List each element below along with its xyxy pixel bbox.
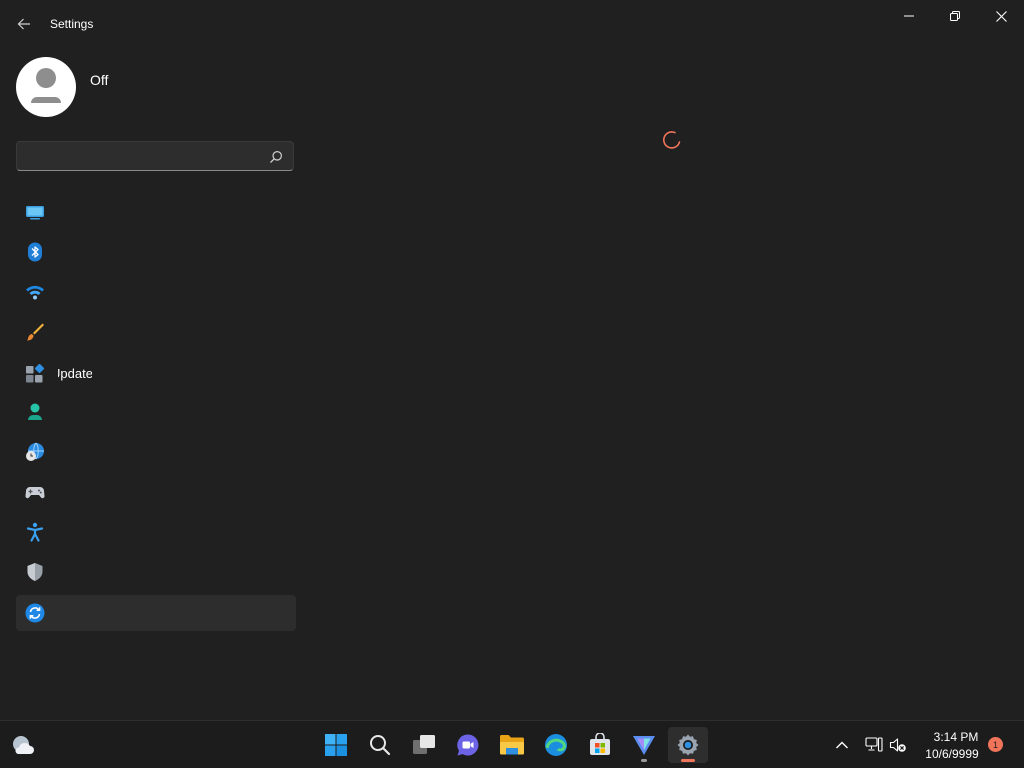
weather-icon (13, 736, 34, 754)
display-icon (26, 206, 44, 220)
quick-settings-button[interactable] (858, 727, 914, 763)
search-icon[interactable] (269, 150, 283, 164)
taskbar-store[interactable] (580, 727, 620, 763)
taskbar-settings[interactable] (668, 727, 708, 763)
nav-item-system[interactable] (16, 194, 296, 230)
nav-item-bluetooth[interactable] (16, 234, 296, 270)
back-button[interactable] (8, 10, 40, 38)
search-input[interactable] (25, 146, 269, 168)
nav-item-gaming[interactable] (16, 474, 296, 510)
file-explorer-icon (500, 735, 524, 755)
close-icon (995, 10, 1007, 22)
store-icon (590, 733, 610, 755)
volume-muted-icon (889, 738, 906, 752)
avatar[interactable] (16, 57, 76, 117)
search-icon (370, 735, 391, 756)
taskbar-search[interactable] (360, 727, 400, 763)
chat-icon (457, 734, 479, 756)
taskbar: 3:14 PM 10/6/9999 1 (0, 720, 1024, 768)
accessibility-icon (26, 522, 44, 542)
profile-name: Off (90, 72, 109, 88)
chevron-up-icon (836, 741, 848, 749)
wifi-icon (26, 285, 44, 300)
paintbrush-icon (27, 323, 44, 341)
shield-icon (27, 563, 43, 581)
start-icon (325, 734, 347, 756)
minimize-button[interactable] (886, 0, 932, 32)
app-title: Settings (50, 17, 94, 31)
nav-item-windows-update[interactable] (16, 595, 296, 631)
nav-item-accessibility[interactable] (16, 514, 296, 550)
taskbar-file-explorer[interactable] (492, 727, 532, 763)
nav-item-network[interactable] (16, 274, 296, 310)
globe-clock-icon (26, 442, 44, 461)
bluetooth-icon (28, 242, 42, 262)
clock-date: 10/6/9999 (925, 747, 979, 761)
active-indicator (681, 759, 695, 762)
minimize-icon (904, 15, 914, 17)
show-hidden-icons-button[interactable] (823, 727, 861, 763)
nav-item-personalization[interactable] (16, 314, 296, 350)
windows-update-icon (25, 603, 45, 623)
search-box[interactable] (16, 141, 294, 171)
user-avatar-icon (31, 68, 61, 103)
nav-item-time-language[interactable] (16, 434, 296, 470)
nav-item-accounts[interactable] (16, 394, 296, 430)
restore-icon (950, 11, 960, 21)
running-indicator (641, 759, 647, 762)
clock-time: 3:14 PM (933, 730, 979, 744)
taskbar-app[interactable] (624, 727, 664, 763)
close-button[interactable] (978, 0, 1024, 32)
nav-item-label: Update (58, 366, 92, 381)
app-icon (633, 736, 655, 755)
network-icon (865, 737, 883, 752)
settings-icon (677, 734, 699, 756)
taskbar-task-view[interactable] (404, 727, 444, 763)
restore-button[interactable] (932, 0, 978, 32)
loading-spinner-icon (662, 131, 681, 149)
taskbar-chat[interactable] (448, 727, 488, 763)
apps-icon (26, 364, 45, 383)
notification-badge[interactable]: 1 (988, 737, 1003, 752)
person-icon (28, 403, 42, 420)
taskbar-edge[interactable] (536, 727, 576, 763)
back-arrow-icon (17, 18, 30, 30)
weather-widget[interactable] (3, 727, 43, 763)
taskbar-start[interactable] (316, 727, 356, 763)
nav-item-apps[interactable]: Update (16, 356, 296, 392)
edge-icon (545, 734, 567, 756)
task-view-icon (413, 735, 435, 754)
gamepad-icon (25, 487, 45, 499)
nav-item-privacy-security[interactable] (16, 554, 296, 590)
